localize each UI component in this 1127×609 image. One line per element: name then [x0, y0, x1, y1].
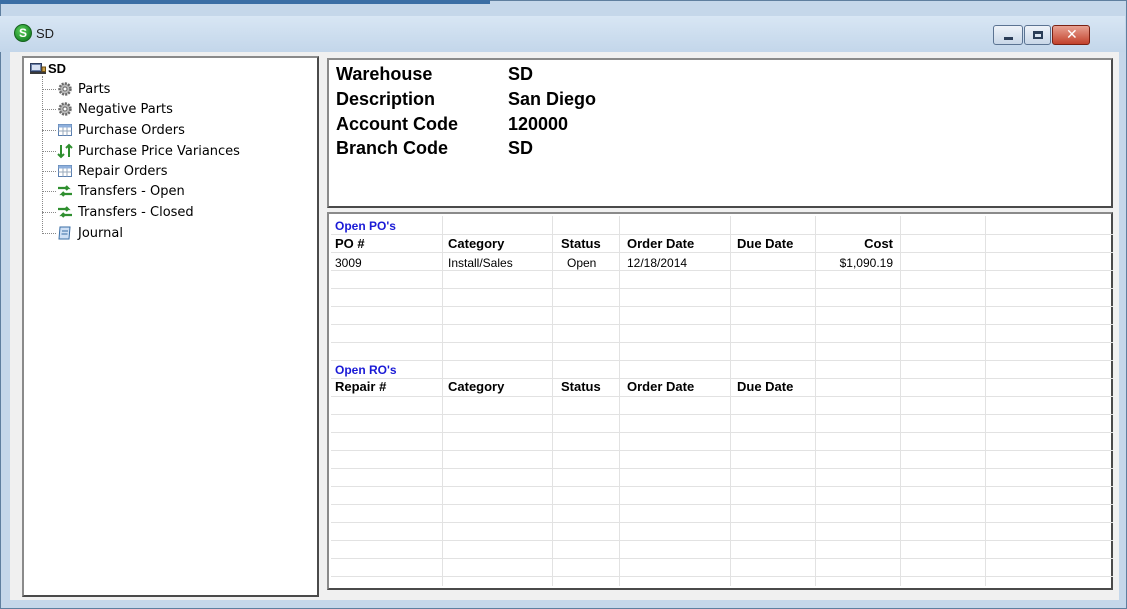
grid-column-divider [619, 216, 620, 586]
account-code-value: 120000 [508, 114, 569, 134]
po-header-number[interactable]: PO # [335, 236, 365, 251]
table-icon [58, 124, 72, 136]
tree-item-label: Repair Orders [78, 163, 168, 179]
ro-header-order-date[interactable]: Order Date [627, 379, 694, 394]
grid-row-divider [331, 522, 1113, 523]
grid-row-divider [331, 486, 1113, 487]
ro-header-repair-number[interactable]: Repair # [335, 379, 386, 394]
po-status: Open [567, 256, 597, 270]
close-button[interactable]: ✕ [1052, 25, 1090, 45]
tree-item-parts[interactable]: Parts [42, 80, 110, 98]
up-down-arrows-icon [57, 143, 73, 159]
title-bar[interactable] [0, 16, 1125, 52]
transfer-icon [58, 206, 72, 218]
po-header-order-date[interactable]: Order Date [627, 236, 694, 251]
window-title: SD [36, 26, 55, 41]
grid-row-divider [331, 504, 1113, 505]
open-pos-title: Open PO's [335, 219, 396, 233]
po-header-due-date[interactable]: Due Date [737, 236, 793, 251]
description-value: San Diego [508, 89, 597, 109]
tree-item-label: Journal [78, 225, 123, 241]
tree-item-label: Transfers - Open [78, 183, 185, 199]
tree-item-repair-orders[interactable]: Repair Orders [42, 162, 167, 180]
po-category: Install/Sales [448, 256, 513, 270]
grid-row-divider [331, 396, 1113, 397]
tree-root[interactable]: SD [30, 61, 66, 76]
warehouse-value: SD [508, 64, 534, 84]
po-header-cost[interactable]: Cost [815, 236, 893, 251]
warehouse-label: Warehouse [336, 64, 433, 84]
po-cost: $1,090.19 [839, 256, 893, 270]
grid-row-divider [331, 540, 1113, 541]
top-accent-bar [0, 0, 490, 4]
tree-item-purchase-orders[interactable]: Purchase Orders [42, 121, 185, 139]
grid-row-divider [331, 234, 1113, 235]
tree-item-transfers-open[interactable]: Transfers - Open [42, 182, 185, 200]
tree-item-purchase-price-variances[interactable]: Purchase Price Variances [42, 142, 240, 160]
po-header-status[interactable]: Status [561, 236, 601, 251]
branch-code-label: Branch Code [336, 138, 449, 158]
account-code-label: Account Code [336, 114, 459, 134]
grid-row-divider [331, 432, 1113, 433]
close-icon: ✕ [1066, 27, 1078, 43]
warehouse-icon [30, 63, 46, 74]
tree-item-journal[interactable]: Journal [42, 224, 123, 242]
minimize-icon [1004, 37, 1013, 40]
grid-column-divider [815, 216, 816, 586]
ro-header-status[interactable]: Status [561, 379, 601, 394]
window-controls: ✕ [993, 25, 1090, 45]
orders-grid [327, 212, 1113, 590]
grid-row-divider [331, 576, 1113, 577]
maximize-button[interactable] [1024, 25, 1051, 45]
tree-item-transfers-closed[interactable]: Transfers - Closed [42, 203, 194, 221]
table-icon [58, 165, 72, 177]
grid-column-divider [442, 216, 443, 586]
minimize-button[interactable] [993, 25, 1023, 45]
gear-icon [58, 102, 72, 116]
grid-row-divider [331, 252, 1113, 253]
grid-row-divider [331, 342, 1113, 343]
ro-header-category[interactable]: Category [448, 379, 504, 394]
grid-column-divider [552, 216, 553, 586]
tree-item-label: Parts [78, 81, 111, 97]
maximize-icon [1033, 31, 1043, 39]
grid-row-divider [331, 270, 1113, 271]
grid-row-divider [331, 414, 1113, 415]
tree-root-label: SD [48, 61, 67, 76]
grid-row-divider [331, 288, 1113, 289]
grid-row-divider [331, 324, 1113, 325]
po-number: 3009 [335, 256, 362, 270]
open-ros-title: Open RO's [335, 363, 397, 377]
tree-item-label: Negative Parts [78, 101, 173, 117]
journal-icon [58, 226, 71, 240]
app-icon: S [14, 24, 32, 42]
po-order-date: 12/18/2014 [627, 256, 688, 270]
grid-column-divider [900, 216, 901, 586]
branch-code-value: SD [508, 138, 534, 158]
tree-item-label: Purchase Orders [78, 122, 185, 138]
tree-item-label: Purchase Price Variances [78, 143, 240, 159]
grid-row-divider [331, 360, 1113, 361]
tree-item-negative-parts[interactable]: Negative Parts [42, 100, 173, 118]
po-header-category[interactable]: Category [448, 236, 504, 251]
ro-header-due-date[interactable]: Due Date [737, 379, 793, 394]
tree-item-label: Transfers - Closed [78, 204, 194, 220]
grid-column-divider [730, 216, 731, 586]
grid-row-divider [331, 468, 1113, 469]
grid-column-divider [985, 216, 986, 586]
grid-row-divider [331, 306, 1113, 307]
grid-row-divider [331, 450, 1113, 451]
description-label: Description [336, 89, 436, 109]
gear-icon [58, 82, 72, 96]
grid-row-divider [331, 558, 1113, 559]
transfer-icon [58, 185, 72, 197]
